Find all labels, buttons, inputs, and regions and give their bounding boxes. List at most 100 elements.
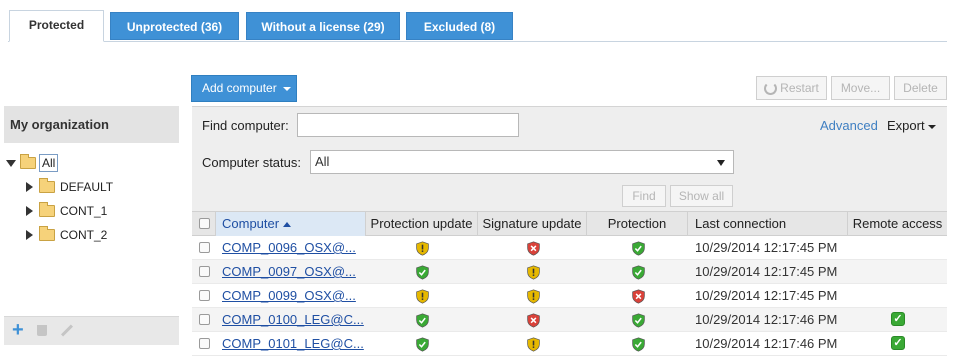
shield-warning-icon [416, 240, 429, 256]
move-button[interactable]: Move... [831, 76, 890, 100]
row-select-cell [192, 260, 216, 283]
export-label: Export [887, 118, 925, 133]
column-signature-update[interactable]: Signature update [478, 212, 587, 236]
protection-update-cell [366, 284, 478, 307]
column-protection[interactable]: Protection [587, 212, 688, 236]
remote-access-check-icon[interactable]: ✓ [891, 312, 905, 326]
column-computer[interactable]: Computer [216, 212, 366, 236]
folder-icon [39, 226, 55, 241]
add-computer-label: Add computer [202, 81, 277, 95]
table-row[interactable]: COMP_0096_OSX@... 10/29/2014 12:17:45 PM [192, 236, 947, 260]
remote-access-check-icon[interactable]: ✓ [891, 336, 905, 350]
last-connection-cell: 10/29/2014 12:17:45 PM [695, 240, 838, 255]
protection-update-cell [366, 236, 478, 259]
show-all-button[interactable]: Show all [670, 185, 733, 207]
row-checkbox[interactable] [199, 242, 210, 253]
pencil-icon[interactable] [60, 324, 74, 337]
add-computer-button[interactable]: Add computer [191, 75, 297, 102]
column-protection-update[interactable]: Protection update [366, 212, 478, 236]
shield-error-icon [527, 312, 540, 328]
tree-item-cont1[interactable]: CONT_1 [26, 201, 107, 221]
shield-check-icon [416, 264, 429, 280]
signature-update-cell [478, 308, 587, 331]
row-checkbox[interactable] [199, 314, 210, 325]
remote-access-cell [848, 236, 947, 259]
folder-icon [39, 178, 55, 193]
tree-item-label: DEFAULT [60, 180, 114, 194]
remote-access-cell: ✓ [848, 308, 947, 331]
plus-icon[interactable]: + [12, 318, 24, 342]
protection-cell [587, 332, 688, 355]
computer-name-link[interactable]: COMP_0096_OSX@... [222, 236, 364, 259]
tree-item-default[interactable]: DEFAULT [26, 177, 113, 197]
select-all-cell [192, 212, 216, 236]
row-checkbox[interactable] [199, 290, 210, 301]
find-computer-input[interactable] [297, 113, 519, 137]
advanced-link[interactable]: Advanced [820, 118, 878, 133]
row-checkbox[interactable] [199, 266, 210, 277]
row-select-cell [192, 332, 216, 355]
tree-item-label: CONT_2 [60, 228, 108, 242]
protection-cell [587, 260, 688, 283]
tab-excluded[interactable]: Excluded (8) [406, 12, 513, 40]
shield-error-icon [527, 240, 540, 256]
row-checkbox[interactable] [199, 338, 210, 349]
folder-icon [39, 202, 55, 217]
computer-name-link[interactable]: COMP_0097_OSX@... [222, 260, 364, 283]
chevron-down-icon [283, 86, 292, 91]
table-row[interactable]: COMP_0099_OSX@... 10/29/2014 12:17:45 PM [192, 284, 947, 308]
column-last-connection[interactable]: Last connection [688, 212, 848, 236]
computer-name-link[interactable]: COMP_0100_LEG@C... [222, 308, 364, 331]
shield-check-icon [416, 312, 429, 328]
computer-status-label: Computer status: [202, 155, 301, 170]
tree-item-all[interactable]: All [6, 153, 59, 173]
tab-protected[interactable]: Protected [9, 10, 104, 42]
shield-warning-icon [527, 264, 540, 280]
protection-update-cell [366, 308, 478, 331]
caret-down-icon[interactable] [6, 159, 16, 167]
remote-access-cell [848, 260, 947, 283]
tab-bar: Protected Unprotected (36) Without a lic… [8, 10, 947, 42]
tree-item-label: CONT_1 [60, 204, 108, 218]
row-select-cell [192, 284, 216, 307]
last-connection-cell: 10/29/2014 12:17:46 PM [695, 312, 838, 327]
caret-right-icon[interactable] [26, 206, 33, 216]
restart-button[interactable]: Restart [756, 76, 827, 100]
export-menu[interactable]: Export [887, 118, 937, 133]
sort-asc-icon [282, 222, 291, 228]
remote-access-cell: ✓ [848, 332, 947, 355]
tab-unprotected[interactable]: Unprotected (36) [110, 12, 239, 40]
tree-item-cont2[interactable]: CONT_2 [26, 225, 107, 245]
caret-right-icon[interactable] [26, 230, 33, 240]
caret-right-icon[interactable] [26, 182, 33, 192]
column-remote-access[interactable]: Remote access [848, 212, 947, 236]
find-button[interactable]: Find [622, 185, 666, 207]
delete-button[interactable]: Delete [894, 76, 947, 100]
tree-action-bar: + [4, 316, 179, 345]
protection-update-cell [366, 332, 478, 355]
computer-name-link[interactable]: COMP_0101_LEG@C... [222, 332, 364, 355]
shield-warning-icon [527, 336, 540, 352]
last-connection-cell: 10/29/2014 12:17:45 PM [695, 264, 838, 279]
signature-update-cell [478, 236, 587, 259]
select-all-checkbox[interactable] [199, 218, 210, 229]
shield-warning-icon [416, 288, 429, 304]
row-select-cell [192, 236, 216, 259]
shield-warning-icon [527, 288, 540, 304]
protection-cell [587, 284, 688, 307]
table-row[interactable]: COMP_0097_OSX@... 10/29/2014 12:17:45 PM [192, 260, 947, 284]
protection-update-cell [366, 260, 478, 283]
signature-update-cell [478, 332, 587, 355]
table-row[interactable]: COMP_0100_LEG@C... 10/29/2014 12:17:46 PM… [192, 308, 947, 332]
table-row[interactable]: COMP_0101_LEG@C... 10/29/2014 12:17:46 PM… [192, 332, 947, 356]
tree-item-label: All [39, 154, 59, 172]
shield-error-icon [632, 288, 645, 304]
trash-icon[interactable] [37, 325, 47, 336]
computer-name-link[interactable]: COMP_0099_OSX@... [222, 284, 364, 307]
computer-status-select[interactable]: All [310, 150, 734, 174]
tab-without-license[interactable]: Without a license (29) [246, 12, 400, 40]
refresh-icon [764, 82, 778, 96]
status-select-value: All [315, 154, 330, 169]
last-connection-cell: 10/29/2014 12:17:45 PM [695, 288, 838, 303]
table-header: Computer Protection update Signature upd… [192, 211, 947, 236]
